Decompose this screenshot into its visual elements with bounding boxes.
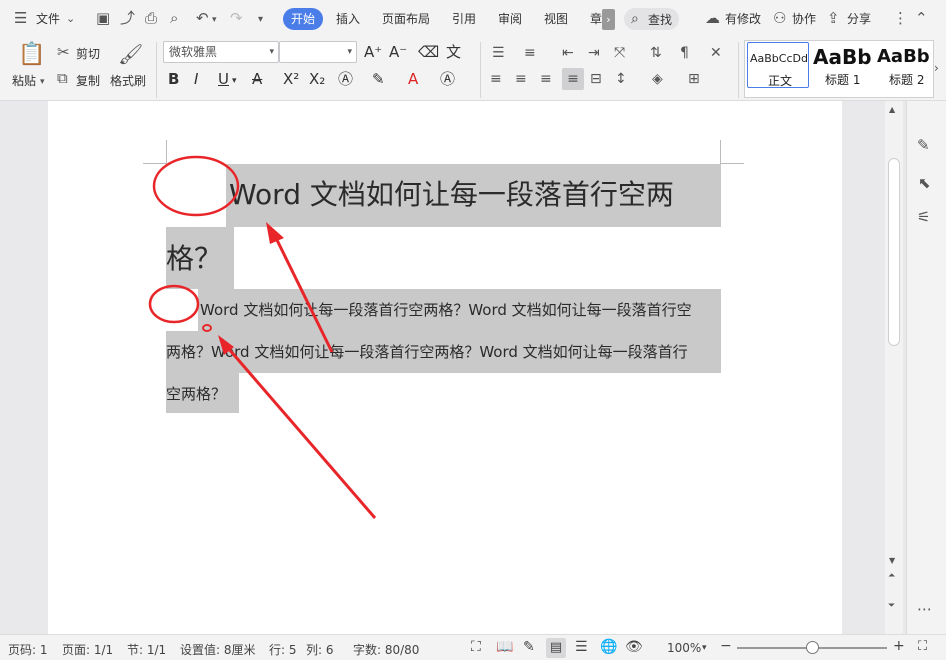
annotation-overlay [148, 155, 377, 519]
web-view-icon[interactable]: 🌐 [600, 639, 617, 655]
status-row[interactable]: 行: 5 [269, 641, 297, 658]
zoom-dropdown-icon[interactable]: ▾ [702, 643, 707, 653]
annotation-arrow-to-title [274, 237, 334, 353]
zoom-level[interactable]: 100% [667, 641, 701, 655]
edit-icon[interactable]: ✎ [917, 137, 930, 153]
select-cursor-icon[interactable]: ⬉ [918, 175, 931, 191]
status-word-count[interactable]: 字数: 80/80 [353, 641, 419, 658]
annotation-small-circle [202, 324, 212, 332]
more-icon[interactable]: ⋯ [917, 601, 932, 617]
eye-protection-icon[interactable]: 👁 [625, 639, 643, 655]
scroll-down-icon[interactable]: ▼ [889, 556, 895, 565]
annotation-arrow-to-body [226, 347, 377, 519]
status-pages[interactable]: 页面: 1/1 [62, 641, 113, 658]
outline-view-icon[interactable]: ☰ [575, 639, 588, 655]
fit-window-icon[interactable]: ⛶ [918, 639, 927, 654]
page-view-icon[interactable]: ▤ [546, 638, 566, 658]
zoom-in-icon[interactable]: + [893, 638, 905, 654]
status-setting[interactable]: 设置值: 8厘米 [180, 641, 256, 658]
zoom-out-icon[interactable]: − [720, 638, 732, 654]
status-bar: 页码: 1 页面: 1/1 节: 1/1 设置值: 8厘米 行: 5 列: 6 … [0, 634, 946, 660]
scrollbar-thumb[interactable] [888, 158, 900, 346]
status-column[interactable]: 列: 6 [306, 641, 334, 658]
annotation-circle-body-indent [148, 284, 200, 324]
reading-mode-icon[interactable]: 📖 [496, 639, 513, 655]
zoom-slider-handle[interactable] [806, 641, 819, 654]
annotation-circle-title-indent [152, 155, 240, 217]
annotation-arrowhead [266, 222, 284, 244]
settings-sliders-icon[interactable]: ⚟ [917, 209, 930, 225]
scroll-up-icon[interactable]: ▲ [889, 105, 895, 114]
status-page-number[interactable]: 页码: 1 [8, 641, 48, 658]
side-panel: ✎ ⬉ ⚟ ⋯ [906, 101, 946, 634]
status-section[interactable]: 节: 1/1 [127, 641, 166, 658]
previous-page-icon[interactable]: ⏶ [888, 571, 895, 581]
fullscreen-icon[interactable]: ⛶ [471, 639, 481, 655]
next-page-icon[interactable]: ⏷ [888, 601, 895, 611]
write-mode-icon[interactable]: ✎ [523, 639, 535, 655]
